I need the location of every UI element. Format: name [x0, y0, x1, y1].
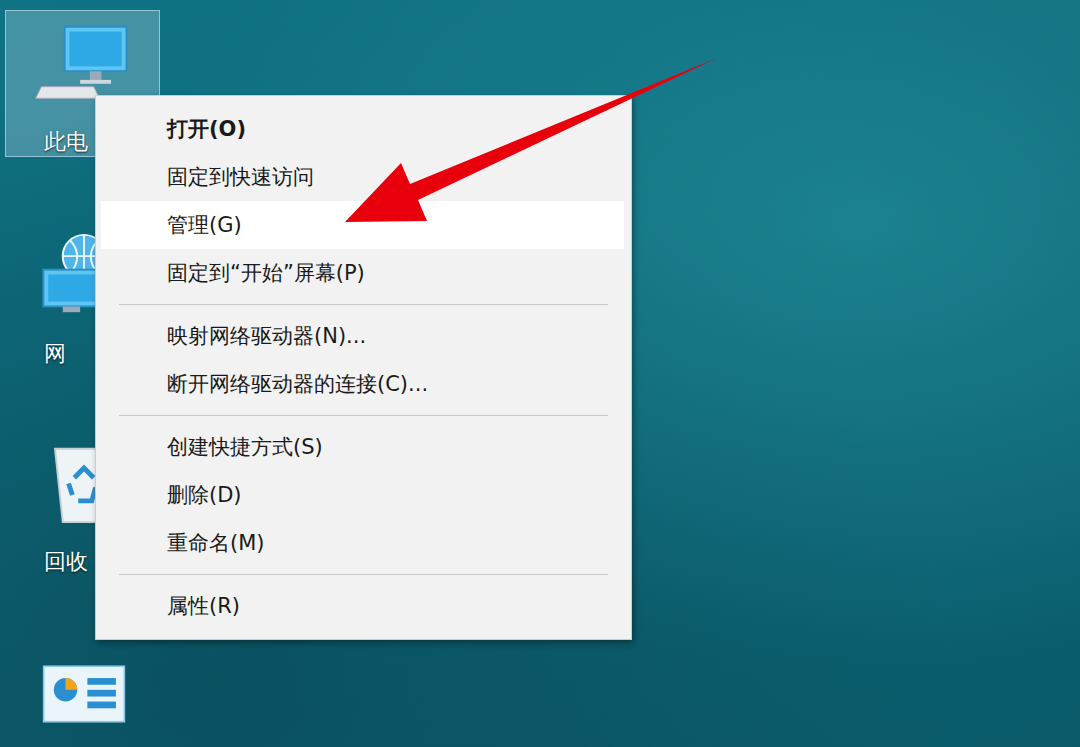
desktop-icon[interactable] — [5, 655, 160, 747]
computer-icon — [34, 19, 134, 106]
desktop: 此电网回收 打开(O)固定到快速访问管理(G)固定到“开始”屏幕(P) 映射网络驱动… — [0, 0, 1080, 747]
menu-separator — [119, 304, 608, 305]
menu-item[interactable]: 属性(R) — [101, 582, 624, 630]
menu-item[interactable]: 断开网络驱动器的连接(C)... — [101, 360, 624, 408]
menu-item[interactable]: 固定到“开始”屏幕(P) — [101, 249, 624, 297]
desktop-icon-label: 网 — [44, 340, 66, 368]
menu-item[interactable]: 固定到快速访问 — [101, 153, 624, 201]
menu-item[interactable]: 创建快捷方式(S) — [101, 423, 624, 471]
menu-item[interactable]: 重命名(M) — [101, 519, 624, 567]
menu-item[interactable]: 删除(D) — [101, 471, 624, 519]
desktop-icon-label: 此电 — [44, 128, 88, 156]
context-menu: 打开(O)固定到快速访问管理(G)固定到“开始”屏幕(P) 映射网络驱动器(N).… — [95, 95, 632, 640]
menu-separator — [119, 574, 608, 575]
app-icon — [42, 664, 126, 724]
menu-separator — [119, 415, 608, 416]
annotation-arrow-icon — [0, 0, 1080, 747]
desktop-icon-label: 回收 — [44, 548, 88, 576]
menu-item[interactable]: 打开(O) — [101, 105, 624, 153]
menu-item[interactable]: 映射网络驱动器(N)... — [101, 312, 624, 360]
menu-item[interactable]: 管理(G) — [101, 201, 624, 249]
